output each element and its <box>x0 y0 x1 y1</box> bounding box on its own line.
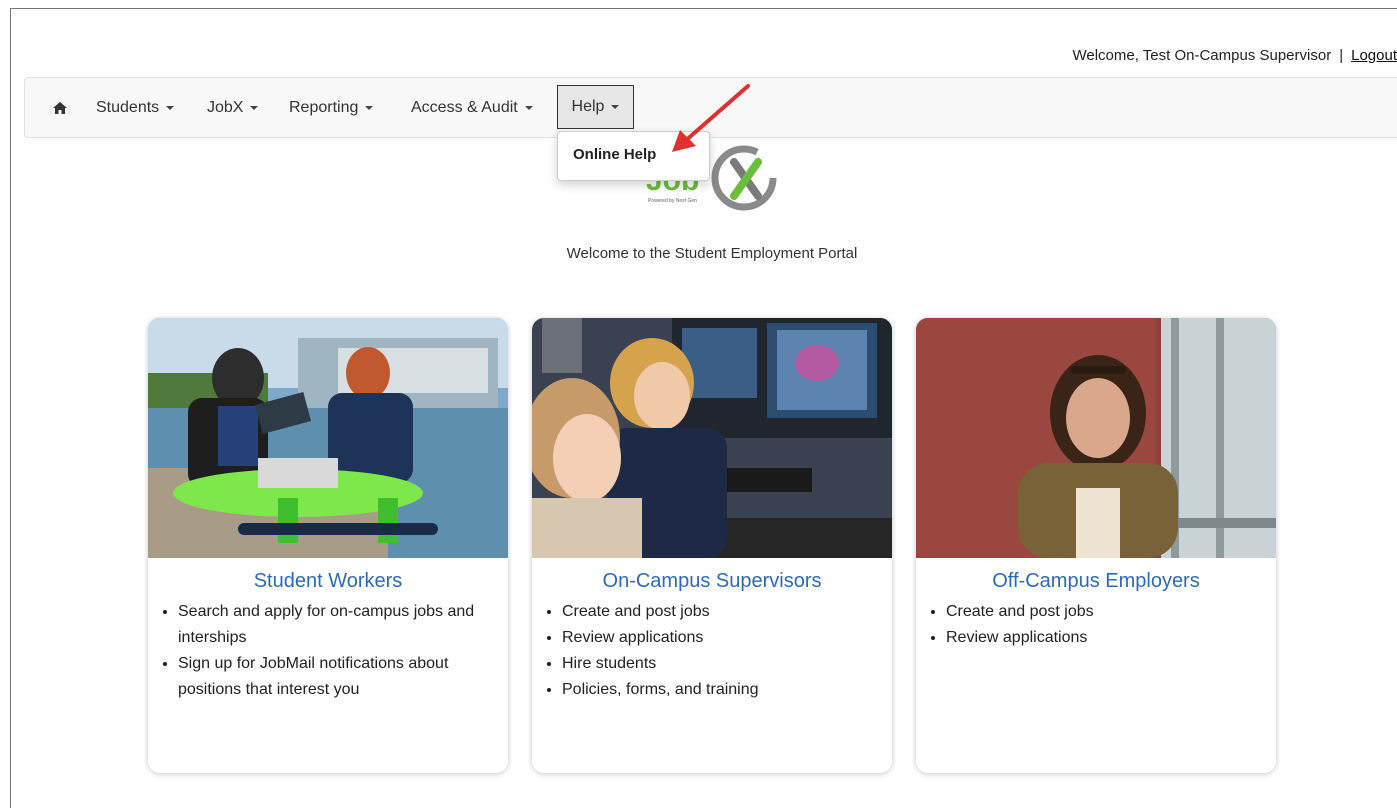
card-title[interactable]: On-Campus Supervisors <box>532 570 892 593</box>
nav-reporting[interactable]: Reporting <box>289 78 374 137</box>
card-title[interactable]: Off-Campus Employers <box>916 570 1276 593</box>
nav-jobx[interactable]: JobX <box>207 78 259 137</box>
card-bullet-list: Create and post jobs Review applications… <box>544 599 892 703</box>
card-title[interactable]: Student Workers <box>148 570 508 593</box>
list-item: Review applications <box>946 625 1276 651</box>
home-icon[interactable] <box>53 78 67 137</box>
nav-access-audit[interactable]: Access & Audit <box>411 78 533 137</box>
list-item: Hire students <box>562 651 892 677</box>
nav-help-label: Help <box>571 98 605 115</box>
list-item: Policies, forms, and training <box>562 677 892 703</box>
card-bullet-list: Create and post jobs Review applications <box>928 599 1276 651</box>
nav-students-label: Students <box>96 98 160 116</box>
list-item: Review applications <box>562 625 892 651</box>
list-item: Sign up for JobMail notifications about … <box>178 651 508 703</box>
on-campus-supervisors-photo <box>532 318 892 558</box>
chevron-down-icon <box>250 105 259 110</box>
chevron-down-icon <box>611 105 620 109</box>
nav-jobx-label: JobX <box>207 98 244 116</box>
list-item: Create and post jobs <box>562 599 892 625</box>
welcome-message: Welcome to the Student Employment Portal <box>566 245 858 262</box>
chevron-down-icon <box>365 105 374 110</box>
student-workers-card[interactable]: Student Workers Search and apply for on-… <box>148 318 508 773</box>
off-campus-employers-card[interactable]: Off-Campus Employers Create and post job… <box>916 318 1276 773</box>
nav-students[interactable]: Students <box>96 78 175 137</box>
online-help-menu-item[interactable]: Online Help <box>573 146 656 163</box>
welcome-user-text: Welcome, Test On-Campus Supervisor <box>1072 47 1332 64</box>
logout-link[interactable]: Logout <box>1351 47 1397 64</box>
list-item: Create and post jobs <box>946 599 1276 625</box>
annotation-arrow <box>672 84 750 152</box>
list-item: Search and apply for on-campus jobs and … <box>178 599 508 651</box>
card-bullet-list: Search and apply for on-campus jobs and … <box>160 599 508 703</box>
student-workers-photo <box>148 318 508 558</box>
chevron-down-icon <box>524 105 533 110</box>
separator: | <box>1339 47 1344 64</box>
nav-access-audit-label: Access & Audit <box>411 98 518 116</box>
nav-reporting-label: Reporting <box>289 98 359 116</box>
chevron-down-icon <box>166 105 175 110</box>
nav-help[interactable]: Help <box>557 85 634 129</box>
user-bar: Welcome, Test On-Campus Supervisor | Logou… <box>1072 47 1397 64</box>
logo-tagline: Powered by Next Gen <box>648 198 697 204</box>
on-campus-supervisors-card[interactable]: On-Campus Supervisors Create and post jo… <box>532 318 892 773</box>
off-campus-employers-photo <box>916 318 1276 558</box>
